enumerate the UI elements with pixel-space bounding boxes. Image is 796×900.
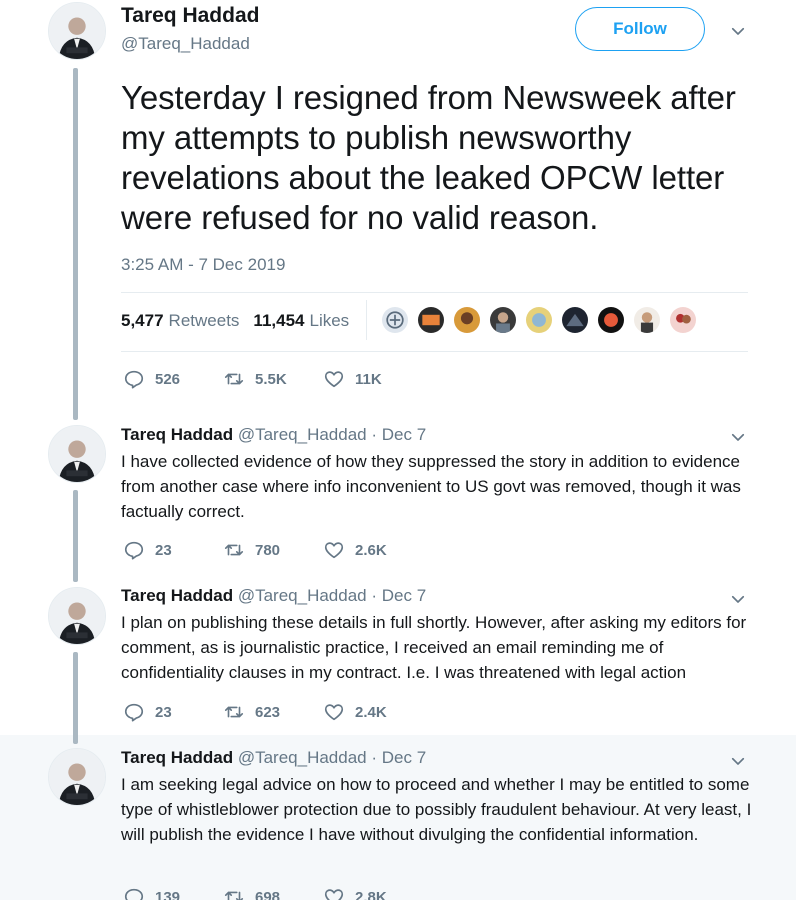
like-button[interactable]: 2.4K <box>323 701 387 723</box>
author-handle[interactable]: @Tareq_Haddad <box>121 34 250 54</box>
retweets-label: Retweets <box>168 311 240 330</box>
thread-line <box>73 490 78 582</box>
like-button[interactable]: 11K <box>323 368 382 390</box>
reply-date[interactable]: · Dec 7 <box>371 425 426 444</box>
liker-avatar[interactable] <box>416 305 446 335</box>
avatar[interactable] <box>48 587 106 645</box>
reply-text: I am seeking legal advice on how to proc… <box>121 775 752 844</box>
retweet-icon <box>224 706 244 718</box>
liker-avatar[interactable] <box>524 305 554 335</box>
liker-avatar[interactable] <box>452 305 482 335</box>
reply-date[interactable]: · Dec 7 <box>371 748 426 767</box>
reply-count: 23 <box>155 703 172 721</box>
reply-actions: 23 623 2.4K <box>123 701 387 723</box>
like-count: 2.6K <box>355 541 387 559</box>
thread-line <box>73 68 78 420</box>
reply-author-name[interactable]: Tareq Haddad <box>121 425 233 444</box>
retweets-count: 5,477 <box>121 311 164 330</box>
like-icon <box>324 704 344 721</box>
liker-avatar[interactable] <box>632 305 662 335</box>
tweet-text: Yesterday I resigned from Newsweek after… <box>121 79 736 236</box>
reply-button[interactable]: 23 <box>123 701 223 723</box>
liker-avatar[interactable] <box>560 305 590 335</box>
follow-button[interactable]: Follow <box>575 7 705 51</box>
tweet-stats: 5,477 Retweets 11,454 Likes <box>121 311 363 331</box>
author-name[interactable]: Tareq Haddad <box>121 4 259 28</box>
avatar[interactable] <box>48 2 106 60</box>
divider <box>366 300 367 340</box>
liker-avatar[interactable] <box>380 305 410 335</box>
like-icon <box>324 889 344 900</box>
retweet-button[interactable]: 5.5K <box>223 368 323 390</box>
reply-author-handle[interactable]: @Tareq_Haddad <box>238 425 367 444</box>
divider <box>121 292 748 293</box>
reply-icon <box>124 541 144 560</box>
reply-text: I plan on publishing these details in fu… <box>121 613 747 682</box>
thread-line <box>73 652 78 744</box>
retweet-icon <box>224 891 244 900</box>
like-count: 11K <box>355 370 382 388</box>
retweet-icon <box>224 544 244 556</box>
reply-icon <box>124 370 144 389</box>
retweet-button[interactable]: 623 <box>223 701 323 723</box>
reply-text: I have collected evidence of how they su… <box>121 452 741 521</box>
tweet-timestamp[interactable]: 3:25 AM - 7 Dec 2019 <box>121 255 285 275</box>
retweet-count: 5.5K <box>255 370 287 388</box>
reply-header: Tareq Haddad @Tareq_Haddad · Dec 7 <box>121 425 426 445</box>
liker-avatar[interactable] <box>488 305 518 335</box>
like-button[interactable]: 2.8K <box>323 886 387 900</box>
reply-header: Tareq Haddad @Tareq_Haddad · Dec 7 <box>121 748 426 768</box>
reply-actions: 139 698 2.8K <box>123 886 387 900</box>
retweet-count: 623 <box>255 703 281 721</box>
reply-icon <box>124 703 144 722</box>
like-icon <box>324 542 344 559</box>
reply-author-handle[interactable]: @Tareq_Haddad <box>238 748 367 767</box>
reply-actions: 23 780 2.6K <box>123 539 387 561</box>
reply-count: 23 <box>155 541 172 559</box>
chevron-down-icon[interactable] <box>729 590 747 608</box>
like-count: 2.4K <box>355 703 387 721</box>
liker-avatar[interactable] <box>668 305 698 335</box>
liker-avatars <box>380 305 704 335</box>
likes-label: Likes <box>309 311 350 330</box>
chevron-down-icon[interactable] <box>729 752 747 770</box>
avatar[interactable] <box>48 748 106 806</box>
retweet-button[interactable]: 698 <box>223 886 323 900</box>
reply-header: Tareq Haddad @Tareq_Haddad · Dec 7 <box>121 586 426 606</box>
reply-author-name[interactable]: Tareq Haddad <box>121 586 233 605</box>
retweets-stat[interactable]: 5,477 Retweets <box>121 311 239 331</box>
like-button[interactable]: 2.6K <box>323 539 387 561</box>
reply-button[interactable]: 526 <box>123 368 223 390</box>
chevron-down-icon[interactable] <box>729 428 747 446</box>
retweet-icon <box>224 373 244 385</box>
chevron-down-icon[interactable] <box>729 22 747 40</box>
likes-count: 11,454 <box>253 311 305 330</box>
retweet-button[interactable]: 780 <box>223 539 323 561</box>
reply-button[interactable]: 23 <box>123 539 223 561</box>
reply-author-name[interactable]: Tareq Haddad <box>121 748 233 767</box>
reply-author-handle[interactable]: @Tareq_Haddad <box>238 586 367 605</box>
divider <box>121 351 748 352</box>
retweet-count: 780 <box>255 541 281 559</box>
reply-date[interactable]: · Dec 7 <box>371 586 426 605</box>
like-count: 2.8K <box>355 888 387 900</box>
reply-button[interactable]: 139 <box>123 886 223 900</box>
reply-icon <box>124 888 144 900</box>
likes-stat[interactable]: 11,454 Likes <box>253 311 349 331</box>
retweet-count: 698 <box>255 888 281 900</box>
tweet-actions: 526 5.5K 11K <box>123 368 382 390</box>
liker-avatar[interactable] <box>596 305 626 335</box>
avatar[interactable] <box>48 425 106 483</box>
reply-count: 139 <box>155 888 181 900</box>
like-icon <box>324 371 344 388</box>
reply-count: 526 <box>155 370 181 388</box>
